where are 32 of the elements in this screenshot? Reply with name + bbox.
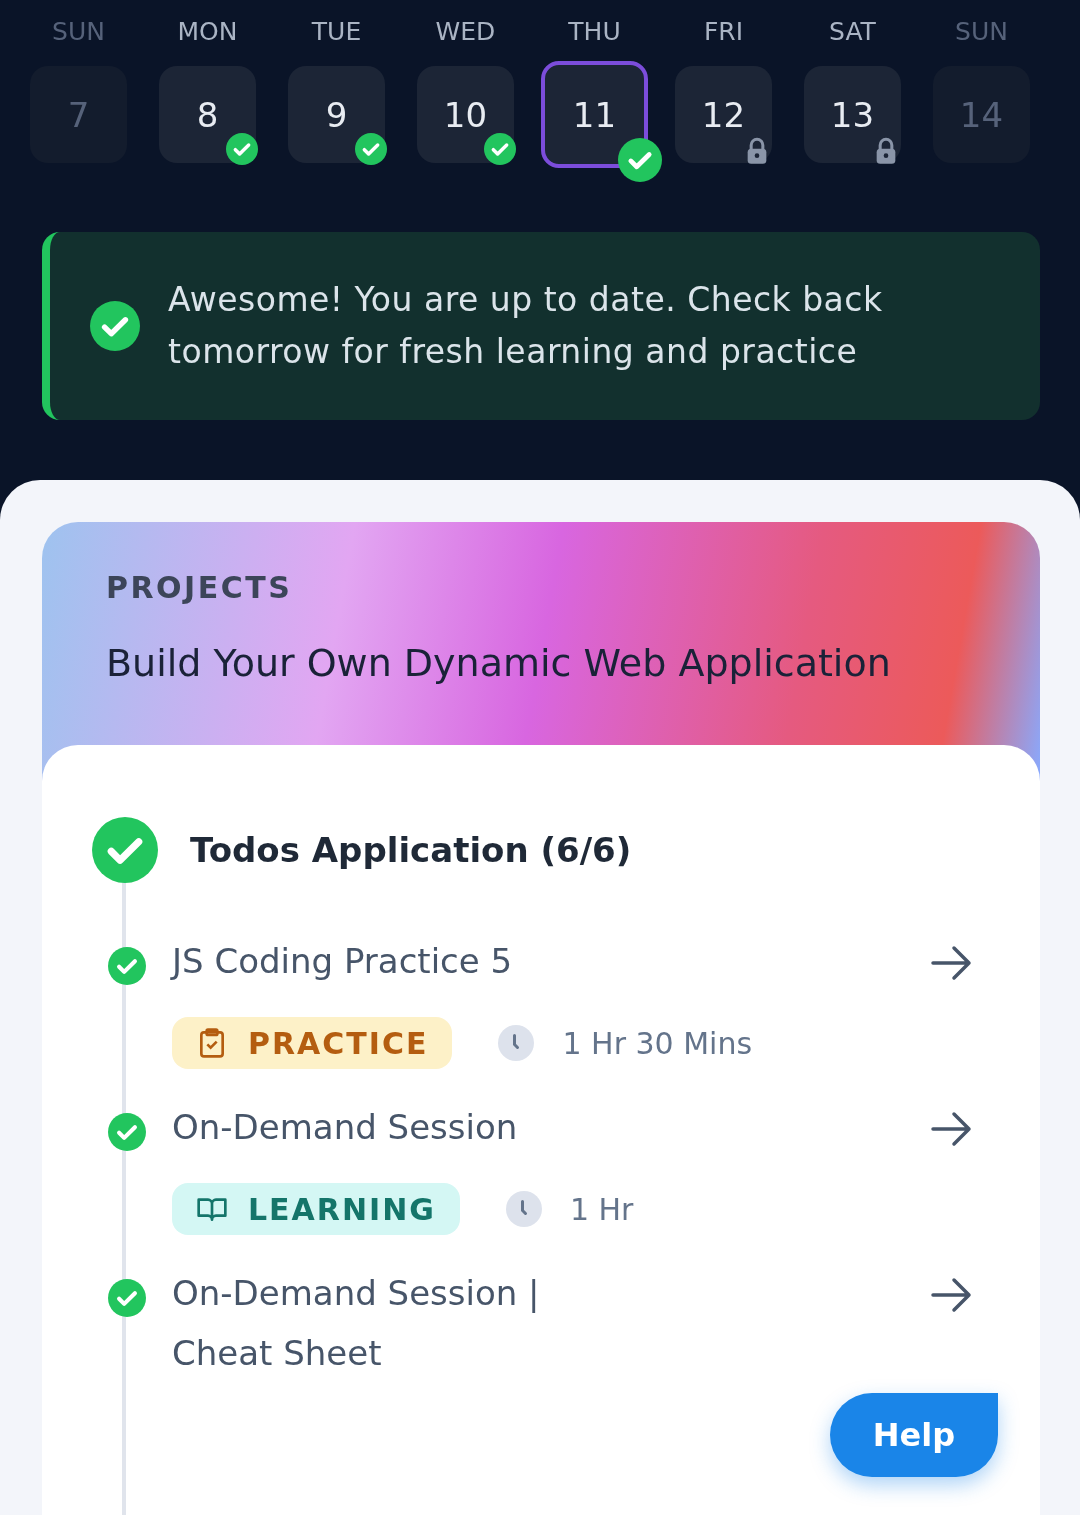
weekday-label: WED bbox=[435, 16, 496, 48]
step-title[interactable]: JS Coding Practice 5 bbox=[172, 931, 592, 991]
tag: PRACTICE bbox=[172, 1017, 453, 1069]
clock-icon bbox=[498, 1025, 535, 1061]
arrow-right-icon[interactable] bbox=[930, 1109, 974, 1149]
weekday-label: TUE bbox=[311, 16, 362, 48]
day-tile[interactable]: 10 bbox=[417, 66, 514, 163]
weekday-label: SUN bbox=[955, 16, 1008, 48]
tag: LEARNING bbox=[172, 1183, 460, 1235]
arrow-right-icon[interactable] bbox=[930, 943, 974, 983]
weekday-label: FRI bbox=[703, 16, 744, 48]
day-tile[interactable]: 9 bbox=[288, 66, 385, 163]
project-title: Build Your Own Dynamic Web Application bbox=[106, 641, 892, 685]
banner-message: Awesome! You are up to date. Check back tomorrow for fresh learning and practice bbox=[168, 279, 884, 373]
category-label: PROJECTS bbox=[106, 570, 293, 605]
help-button[interactable]: Help bbox=[830, 1393, 998, 1477]
day-tile[interactable]: 13 bbox=[804, 66, 901, 163]
step-title[interactable]: On-Demand Session bbox=[172, 1097, 592, 1157]
clock-icon bbox=[505, 1191, 542, 1227]
step-title[interactable]: On-Demand Session | Cheat Sheet bbox=[172, 1263, 592, 1383]
duration-text: 1 Hr 30 Mins bbox=[562, 1025, 753, 1061]
duration-text: 1 Hr bbox=[569, 1191, 634, 1227]
check-icon bbox=[90, 301, 140, 351]
weekday-label: SUN bbox=[52, 16, 105, 48]
weekday-label: MON bbox=[177, 16, 238, 48]
weekday-label: SAT bbox=[829, 16, 876, 48]
day-tile[interactable]: 8 bbox=[159, 66, 256, 163]
module-title: Todos Application (6/6) bbox=[190, 830, 632, 870]
weekday-label: THU bbox=[568, 16, 621, 48]
arrow-right-icon[interactable] bbox=[930, 1275, 974, 1315]
day-tile[interactable]: 11 bbox=[541, 61, 648, 168]
day-tile[interactable]: 12 bbox=[675, 66, 772, 163]
